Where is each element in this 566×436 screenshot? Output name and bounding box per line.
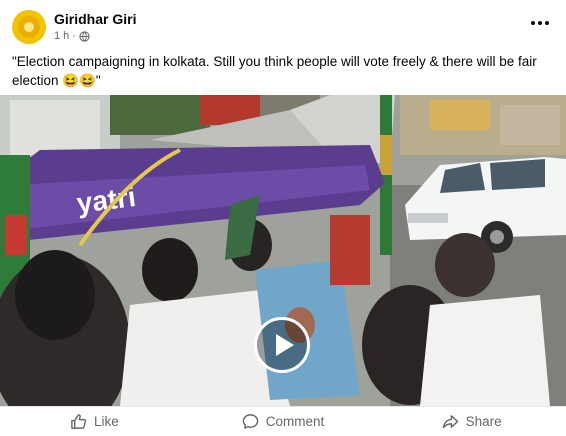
globe-icon — [79, 30, 90, 42]
avatar[interactable] — [12, 10, 46, 44]
action-bar: Like Comment Share — [0, 406, 566, 436]
comment-bubble-icon — [242, 414, 259, 429]
avatar-image — [12, 10, 46, 44]
like-button[interactable]: Like — [0, 407, 189, 436]
more-options-icon[interactable] — [528, 14, 552, 32]
share-arrow-icon — [442, 415, 458, 429]
post-meta: 1 h · — [54, 30, 90, 42]
meta-separator: · — [72, 30, 76, 42]
author-name[interactable]: Giridhar Giri — [54, 11, 136, 27]
comment-button[interactable]: Comment — [189, 407, 378, 436]
post-caption: "Election campaigning in kolkata. Still … — [12, 54, 537, 88]
comment-label: Comment — [265, 414, 325, 429]
post-time[interactable]: 1 h — [54, 30, 69, 42]
share-button[interactable]: Share — [377, 407, 566, 436]
share-label: Share — [465, 414, 502, 429]
play-icon[interactable] — [254, 317, 310, 373]
video-player[interactable]: yatri — [0, 95, 566, 406]
post-card: Giridhar Giri 1 h · "Election campaignin… — [0, 0, 566, 436]
like-label: Like — [93, 414, 119, 429]
thumbs-up-icon — [71, 414, 87, 429]
